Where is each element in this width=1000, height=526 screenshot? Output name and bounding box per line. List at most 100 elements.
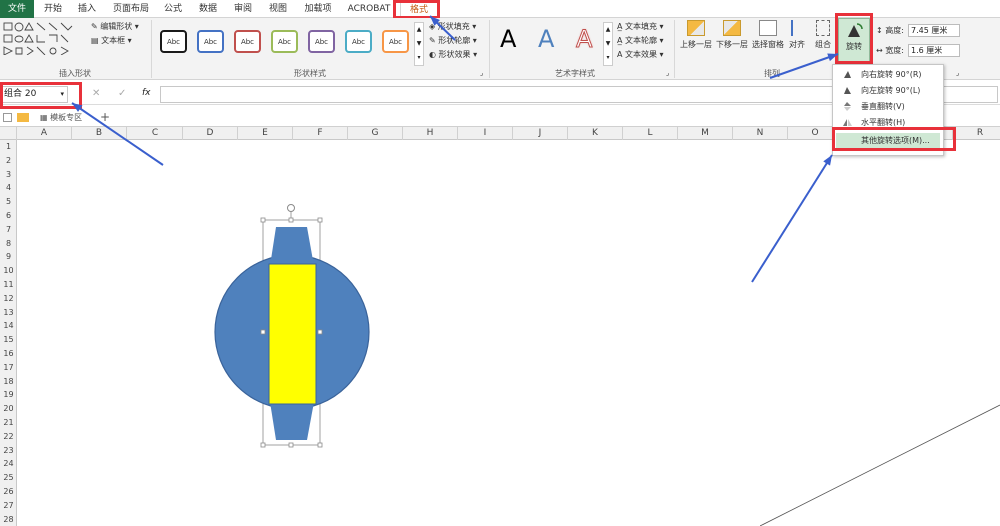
wordart-gallery-scroll[interactable]: ▲ ▼ ▾ <box>603 22 613 66</box>
text-fill-button[interactable]: A̲ 文本填充 ▾ <box>617 21 664 32</box>
wordart-launcher[interactable]: ⌟ <box>666 68 669 79</box>
row-header[interactable]: 3 <box>0 168 17 181</box>
shape-style-4[interactable]: Abc <box>271 30 298 53</box>
menu-item-flip-vertical[interactable]: 垂直翻转(V) <box>833 99 943 114</box>
tab-insert[interactable]: 插入 <box>72 0 102 18</box>
row-header[interactable]: 19 <box>0 388 17 401</box>
column-header[interactable]: F <box>293 127 348 140</box>
tab-acrobat[interactable]: ACROBAT <box>344 0 394 18</box>
row-header[interactable]: 13 <box>0 306 17 319</box>
folder-icon[interactable] <box>17 113 29 122</box>
row-header[interactable]: 5 <box>0 195 17 208</box>
enter-icon[interactable]: ✓ <box>118 88 126 99</box>
row-header[interactable]: 17 <box>0 361 17 374</box>
row-header[interactable]: 9 <box>0 250 17 263</box>
group-button[interactable]: 组合 <box>812 20 834 50</box>
shape-style-3[interactable]: Abc <box>234 30 261 53</box>
tab-home[interactable]: 开始 <box>38 0 68 18</box>
row-header[interactable]: 20 <box>0 402 17 415</box>
insert-function-icon[interactable]: fx <box>142 88 151 98</box>
add-sheet-button[interactable]: + <box>100 110 110 124</box>
row-header[interactable]: 4 <box>0 181 17 194</box>
row-header[interactable]: 6 <box>0 209 17 222</box>
insert-shapes-group-label: 插入形状 <box>59 69 91 78</box>
text-outline-button[interactable]: A̲ 文本轮廓 ▾ <box>617 35 664 46</box>
shape-style-6[interactable]: Abc <box>345 30 372 53</box>
row-header[interactable]: 23 <box>0 444 17 457</box>
column-header[interactable]: A <box>17 127 72 140</box>
row-header[interactable]: 27 <box>0 499 17 512</box>
text-box-button[interactable]: ▤ 文本框 ▾ <box>91 35 132 46</box>
row-header[interactable]: 1 <box>0 140 17 153</box>
tab-review[interactable]: 审阅 <box>228 0 258 18</box>
wordart-sample-blue[interactable]: A <box>538 25 554 53</box>
sheet-tab-template[interactable]: ▦ 模板专区 <box>40 112 82 123</box>
row-header[interactable]: 16 <box>0 347 17 360</box>
column-header[interactable]: G <box>348 127 403 140</box>
text-effects-button[interactable]: A 文本效果 ▾ <box>617 49 664 60</box>
row-header[interactable]: 7 <box>0 223 17 236</box>
shape-effects-button[interactable]: ◐ 形状效果 ▾ <box>429 49 477 60</box>
shape-style-1[interactable]: Abc <box>160 30 187 53</box>
column-header[interactable]: L <box>623 127 678 140</box>
column-header[interactable]: K <box>568 127 623 140</box>
style-gallery-scroll[interactable]: ▲ ▼ ▾ <box>414 22 424 66</box>
blue-top-trapezoid-shape[interactable] <box>270 227 314 266</box>
wordart-sample-black[interactable]: A <box>500 25 516 53</box>
select-all-corner[interactable] <box>0 127 17 140</box>
checkbox-icon[interactable] <box>3 113 12 122</box>
tab-page-layout[interactable]: 页面布局 <box>108 0 154 18</box>
column-header[interactable]: H <box>403 127 458 140</box>
tab-file[interactable]: 文件 <box>0 0 34 18</box>
blue-bottom-trapezoid-shape[interactable] <box>270 402 314 440</box>
align-button[interactable]: 对齐 <box>786 20 808 50</box>
column-header[interactable]: J <box>513 127 568 140</box>
column-header[interactable]: I <box>458 127 513 140</box>
yellow-rectangle-shape[interactable] <box>268 263 317 405</box>
shape-style-5[interactable]: Abc <box>308 30 335 53</box>
column-header[interactable]: M <box>678 127 733 140</box>
height-input[interactable]: 7.45 厘米 <box>908 24 960 37</box>
shape-gallery[interactable] <box>2 21 88 56</box>
row-header[interactable]: 22 <box>0 430 17 443</box>
column-header[interactable]: C <box>128 127 183 140</box>
row-header[interactable]: 10 <box>0 264 17 277</box>
selection-pane-button[interactable]: 选择窗格 <box>750 20 786 50</box>
shape-fill-button[interactable]: ◈ 形状填充 ▾ <box>429 21 476 32</box>
tab-data[interactable]: 数据 <box>193 0 223 18</box>
shape-styles-launcher[interactable]: ⌟ <box>480 68 483 79</box>
send-backward-button[interactable]: 下移一层 <box>714 20 750 50</box>
menu-item-rotate-right[interactable]: 向右旋转 90°(R) <box>833 67 943 82</box>
row-header[interactable]: 18 <box>0 375 17 388</box>
edit-shape-button[interactable]: ✎ 编辑形状 ▾ <box>91 21 139 32</box>
bring-forward-button[interactable]: 上移一层 <box>678 20 714 50</box>
size-launcher[interactable]: ⌟ <box>956 68 959 79</box>
column-header[interactable]: N <box>733 127 788 140</box>
shape-style-2[interactable]: Abc <box>197 30 224 53</box>
row-header[interactable]: 26 <box>0 485 17 498</box>
row-header[interactable]: 15 <box>0 333 17 346</box>
row-header[interactable]: 24 <box>0 457 17 470</box>
tab-formulas[interactable]: 公式 <box>158 0 188 18</box>
column-header[interactable]: D <box>183 127 238 140</box>
row-header[interactable]: 21 <box>0 416 17 429</box>
tab-view[interactable]: 视图 <box>263 0 293 18</box>
row-header[interactable]: 8 <box>0 237 17 250</box>
wordart-sample-outline[interactable]: A <box>575 25 592 54</box>
column-header[interactable]: B <box>72 127 127 140</box>
grouped-shape[interactable] <box>200 200 390 455</box>
shape-outline-button[interactable]: ✎ 形状轮廓 ▾ <box>429 35 477 46</box>
row-header[interactable]: 14 <box>0 319 17 332</box>
tab-addins[interactable]: 加载项 <box>298 0 338 18</box>
row-header[interactable]: 12 <box>0 292 17 305</box>
column-header[interactable]: E <box>238 127 293 140</box>
column-header[interactable]: R <box>953 127 1000 140</box>
cancel-icon[interactable]: ✕ <box>92 88 100 99</box>
menu-item-rotate-left[interactable]: 向左旋转 90°(L) <box>833 83 943 98</box>
row-header[interactable]: 2 <box>0 154 17 167</box>
width-input[interactable]: 1.6 厘米 <box>908 44 960 57</box>
row-header[interactable]: 11 <box>0 278 17 291</box>
shape-style-7[interactable]: Abc <box>382 30 409 53</box>
row-header[interactable]: 25 <box>0 471 17 484</box>
row-header[interactable]: 28 <box>0 513 17 526</box>
